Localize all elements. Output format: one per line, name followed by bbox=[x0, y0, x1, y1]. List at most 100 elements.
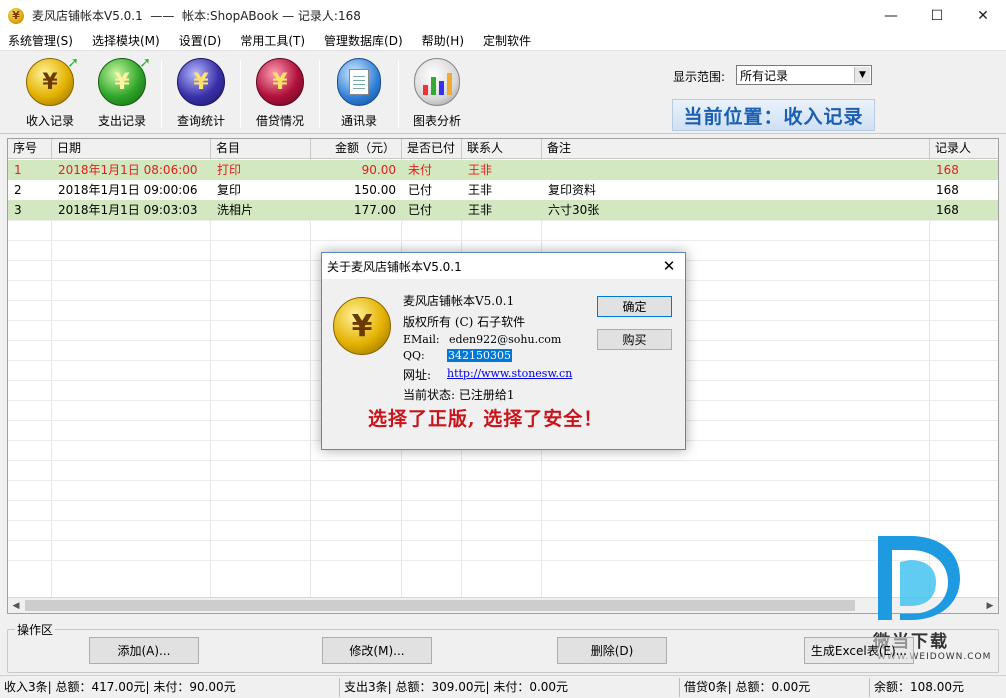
cell-amount: 150.00 bbox=[354, 183, 396, 197]
menu-database[interactable]: 管理数据库(D) bbox=[316, 32, 414, 49]
cell-paid: 已付 bbox=[408, 203, 433, 217]
cell-amount: 90.00 bbox=[361, 163, 396, 177]
cell-paid: 未付 bbox=[408, 163, 433, 177]
cell-item: 洗相片 bbox=[217, 203, 254, 217]
cell-note: 六寸30张 bbox=[548, 203, 600, 217]
contacts-label: 通讯录 bbox=[340, 114, 377, 128]
title-bar: ¥ 麦风店铺帐本V5.0.1 —— 帐本:ShopABook — 记录人:168… bbox=[0, 0, 1006, 31]
col-header-amount[interactable]: 金额（元） bbox=[311, 139, 402, 159]
query-stats-label: 查询统计 bbox=[176, 114, 225, 128]
table-row[interactable]: 1 2018年1月1日 08:06:00 打印 90.00 未付 王非 168 bbox=[8, 160, 998, 180]
scroll-right-icon[interactable]: ▶ bbox=[982, 598, 998, 613]
cell-recorder: 168 bbox=[936, 163, 959, 177]
dialog-app-name: 麦风店铺帐本V5.0.1 bbox=[403, 294, 515, 308]
dialog-copyright: 版权所有 (C) 石子软件 bbox=[403, 315, 526, 329]
app-coin-icon: ¥ bbox=[8, 7, 24, 24]
about-dialog: 关于麦风店铺帐本V5.0.1 ✕ ¥ 麦风店铺帐本V5.0.1 版权所有 (C)… bbox=[321, 252, 686, 450]
query-coin-icon: ¥ bbox=[177, 58, 225, 106]
dialog-title: 关于麦风店铺帐本V5.0.1 bbox=[327, 259, 462, 274]
expense-coin-icon: ¥ ➚ bbox=[98, 55, 151, 106]
cell-amount: 177.00 bbox=[354, 203, 396, 217]
table-row[interactable]: 2 2018年1月1日 09:00:06 复印 150.00 已付 王非 复印资… bbox=[8, 180, 998, 200]
cell-paid: 已付 bbox=[408, 183, 433, 197]
dialog-close-icon[interactable]: ✕ bbox=[653, 253, 685, 279]
col-header-contact[interactable]: 联系人 bbox=[462, 139, 542, 159]
loan-status-label: 借贷情况 bbox=[255, 114, 304, 128]
cell-note: 复印资料 bbox=[548, 183, 597, 197]
dialog-qq-label: QQ: bbox=[403, 349, 425, 362]
status-expense: 支出3条| 总额：309.00元| 未付：0.00元 bbox=[340, 678, 680, 697]
menu-select-module[interactable]: 选择模块(M) bbox=[84, 32, 171, 49]
scope-label: 显示范围: bbox=[673, 70, 726, 84]
query-stats-button[interactable]: ¥ 查询统计 bbox=[164, 58, 238, 130]
status-balance: 余额：108.00元 bbox=[874, 680, 964, 694]
scroll-thumb[interactable] bbox=[25, 600, 855, 611]
cell-recorder: 168 bbox=[936, 203, 959, 217]
col-header-recorder[interactable]: 记录人 bbox=[930, 139, 998, 159]
dialog-status: 当前状态: 已注册给1 bbox=[403, 388, 515, 402]
dialog-buy-button[interactable]: 购买 bbox=[597, 329, 672, 350]
weidown-logo bbox=[878, 536, 960, 620]
status-bar: 收入3条| 总额：417.00元| 未付：90.00元 支出3条| 总额：309… bbox=[0, 675, 1006, 698]
close-button[interactable]: ✕ bbox=[960, 0, 1006, 31]
operations-label: 操作区 bbox=[15, 621, 56, 638]
col-header-date[interactable]: 日期 bbox=[52, 139, 211, 159]
window-title: 麦风店铺帐本V5.0.1 —— 帐本:ShopABook — 记录人:168 bbox=[32, 9, 361, 23]
cell-item: 打印 bbox=[217, 163, 242, 177]
dialog-site-label: 网址: bbox=[403, 368, 432, 382]
col-header-item[interactable]: 名目 bbox=[211, 139, 311, 159]
cell-contact: 王非 bbox=[468, 203, 493, 217]
horizontal-scrollbar[interactable]: ◀ ▶ bbox=[8, 597, 998, 613]
menu-help[interactable]: 帮助(H) bbox=[414, 32, 475, 49]
cell-date: 2018年1月1日 09:00:06 bbox=[58, 183, 198, 197]
col-header-no[interactable]: 序号 bbox=[8, 139, 52, 159]
loan-status-button[interactable]: ¥ 借贷情况 bbox=[243, 58, 317, 130]
chart-analysis-button[interactable]: 图表分析 bbox=[400, 58, 474, 130]
income-record-button[interactable]: ¥ ➚ 收入记录 bbox=[13, 55, 87, 130]
cell-note bbox=[542, 160, 930, 180]
menu-tools[interactable]: 常用工具(T) bbox=[232, 32, 316, 49]
expense-record-button[interactable]: ¥ ➚ 支出记录 bbox=[85, 55, 159, 130]
loan-coin-icon: ¥ bbox=[256, 58, 304, 106]
dialog-coin-icon: ¥ bbox=[333, 297, 391, 355]
menu-bar: 系统管理(S) 选择模块(M) 设置(D) 常用工具(T) 管理数据库(D) 帮… bbox=[0, 31, 1006, 51]
export-excel-button[interactable]: 生成Excel表(E)... bbox=[804, 637, 914, 664]
cell-contact: 王非 bbox=[468, 163, 493, 177]
add-button[interactable]: 添加(A)... bbox=[89, 637, 199, 664]
status-income: 收入3条| 总额：417.00元| 未付：90.00元 bbox=[0, 678, 340, 697]
cell-no: 3 bbox=[14, 203, 22, 217]
chart-analysis-label: 图表分析 bbox=[412, 114, 461, 128]
table-header: 序号 日期 名目 金额（元） 是否已付 联系人 备注 记录人 bbox=[8, 139, 998, 159]
dialog-ok-button[interactable]: 确定 bbox=[597, 296, 672, 317]
chevron-down-icon[interactable]: ▼ bbox=[854, 67, 870, 83]
scope-value: 所有记录 bbox=[740, 68, 789, 83]
col-header-note[interactable]: 备注 bbox=[542, 139, 930, 159]
menu-custom-software[interactable]: 定制软件 bbox=[475, 32, 542, 49]
cell-recorder: 168 bbox=[936, 183, 959, 197]
menu-settings[interactable]: 设置(D) bbox=[171, 32, 233, 49]
dialog-site-row: 网址: http://www.stonesw.cn bbox=[403, 366, 572, 383]
menu-system[interactable]: 系统管理(S) bbox=[0, 32, 84, 49]
cell-date: 2018年1月1日 09:03:03 bbox=[58, 203, 198, 217]
dialog-site-link[interactable]: http://www.stonesw.cn bbox=[447, 367, 572, 380]
edit-button[interactable]: 修改(M)... bbox=[322, 637, 432, 664]
scroll-left-icon[interactable]: ◀ bbox=[8, 598, 24, 613]
minimize-button[interactable]: — bbox=[868, 0, 914, 31]
contacts-button[interactable]: 通讯录 bbox=[322, 58, 396, 130]
chart-icon bbox=[414, 58, 460, 106]
cell-no: 1 bbox=[14, 163, 22, 177]
col-header-paid[interactable]: 是否已付 bbox=[402, 139, 462, 159]
scope-select[interactable]: 所有记录 ▼ bbox=[736, 65, 872, 85]
dialog-email: eden922@sohu.com bbox=[449, 333, 562, 346]
dialog-title-bar: 关于麦风店铺帐本V5.0.1 ✕ bbox=[322, 253, 685, 279]
delete-button[interactable]: 删除(D) bbox=[557, 637, 667, 664]
dialog-qq-row: QQ: 342150305 bbox=[403, 349, 512, 362]
contacts-doc-icon bbox=[337, 58, 381, 106]
cell-no: 2 bbox=[14, 183, 22, 197]
status-loan: 借贷0条| 总额：0.00元 bbox=[680, 678, 870, 697]
cell-contact: 王非 bbox=[468, 183, 493, 197]
table-row[interactable]: 3 2018年1月1日 09:03:03 洗相片 177.00 已付 王非 六寸… bbox=[8, 200, 998, 220]
dialog-qq[interactable]: 342150305 bbox=[447, 349, 512, 362]
expense-record-label: 支出记录 bbox=[97, 114, 146, 128]
maximize-button[interactable]: ☐ bbox=[914, 0, 960, 31]
